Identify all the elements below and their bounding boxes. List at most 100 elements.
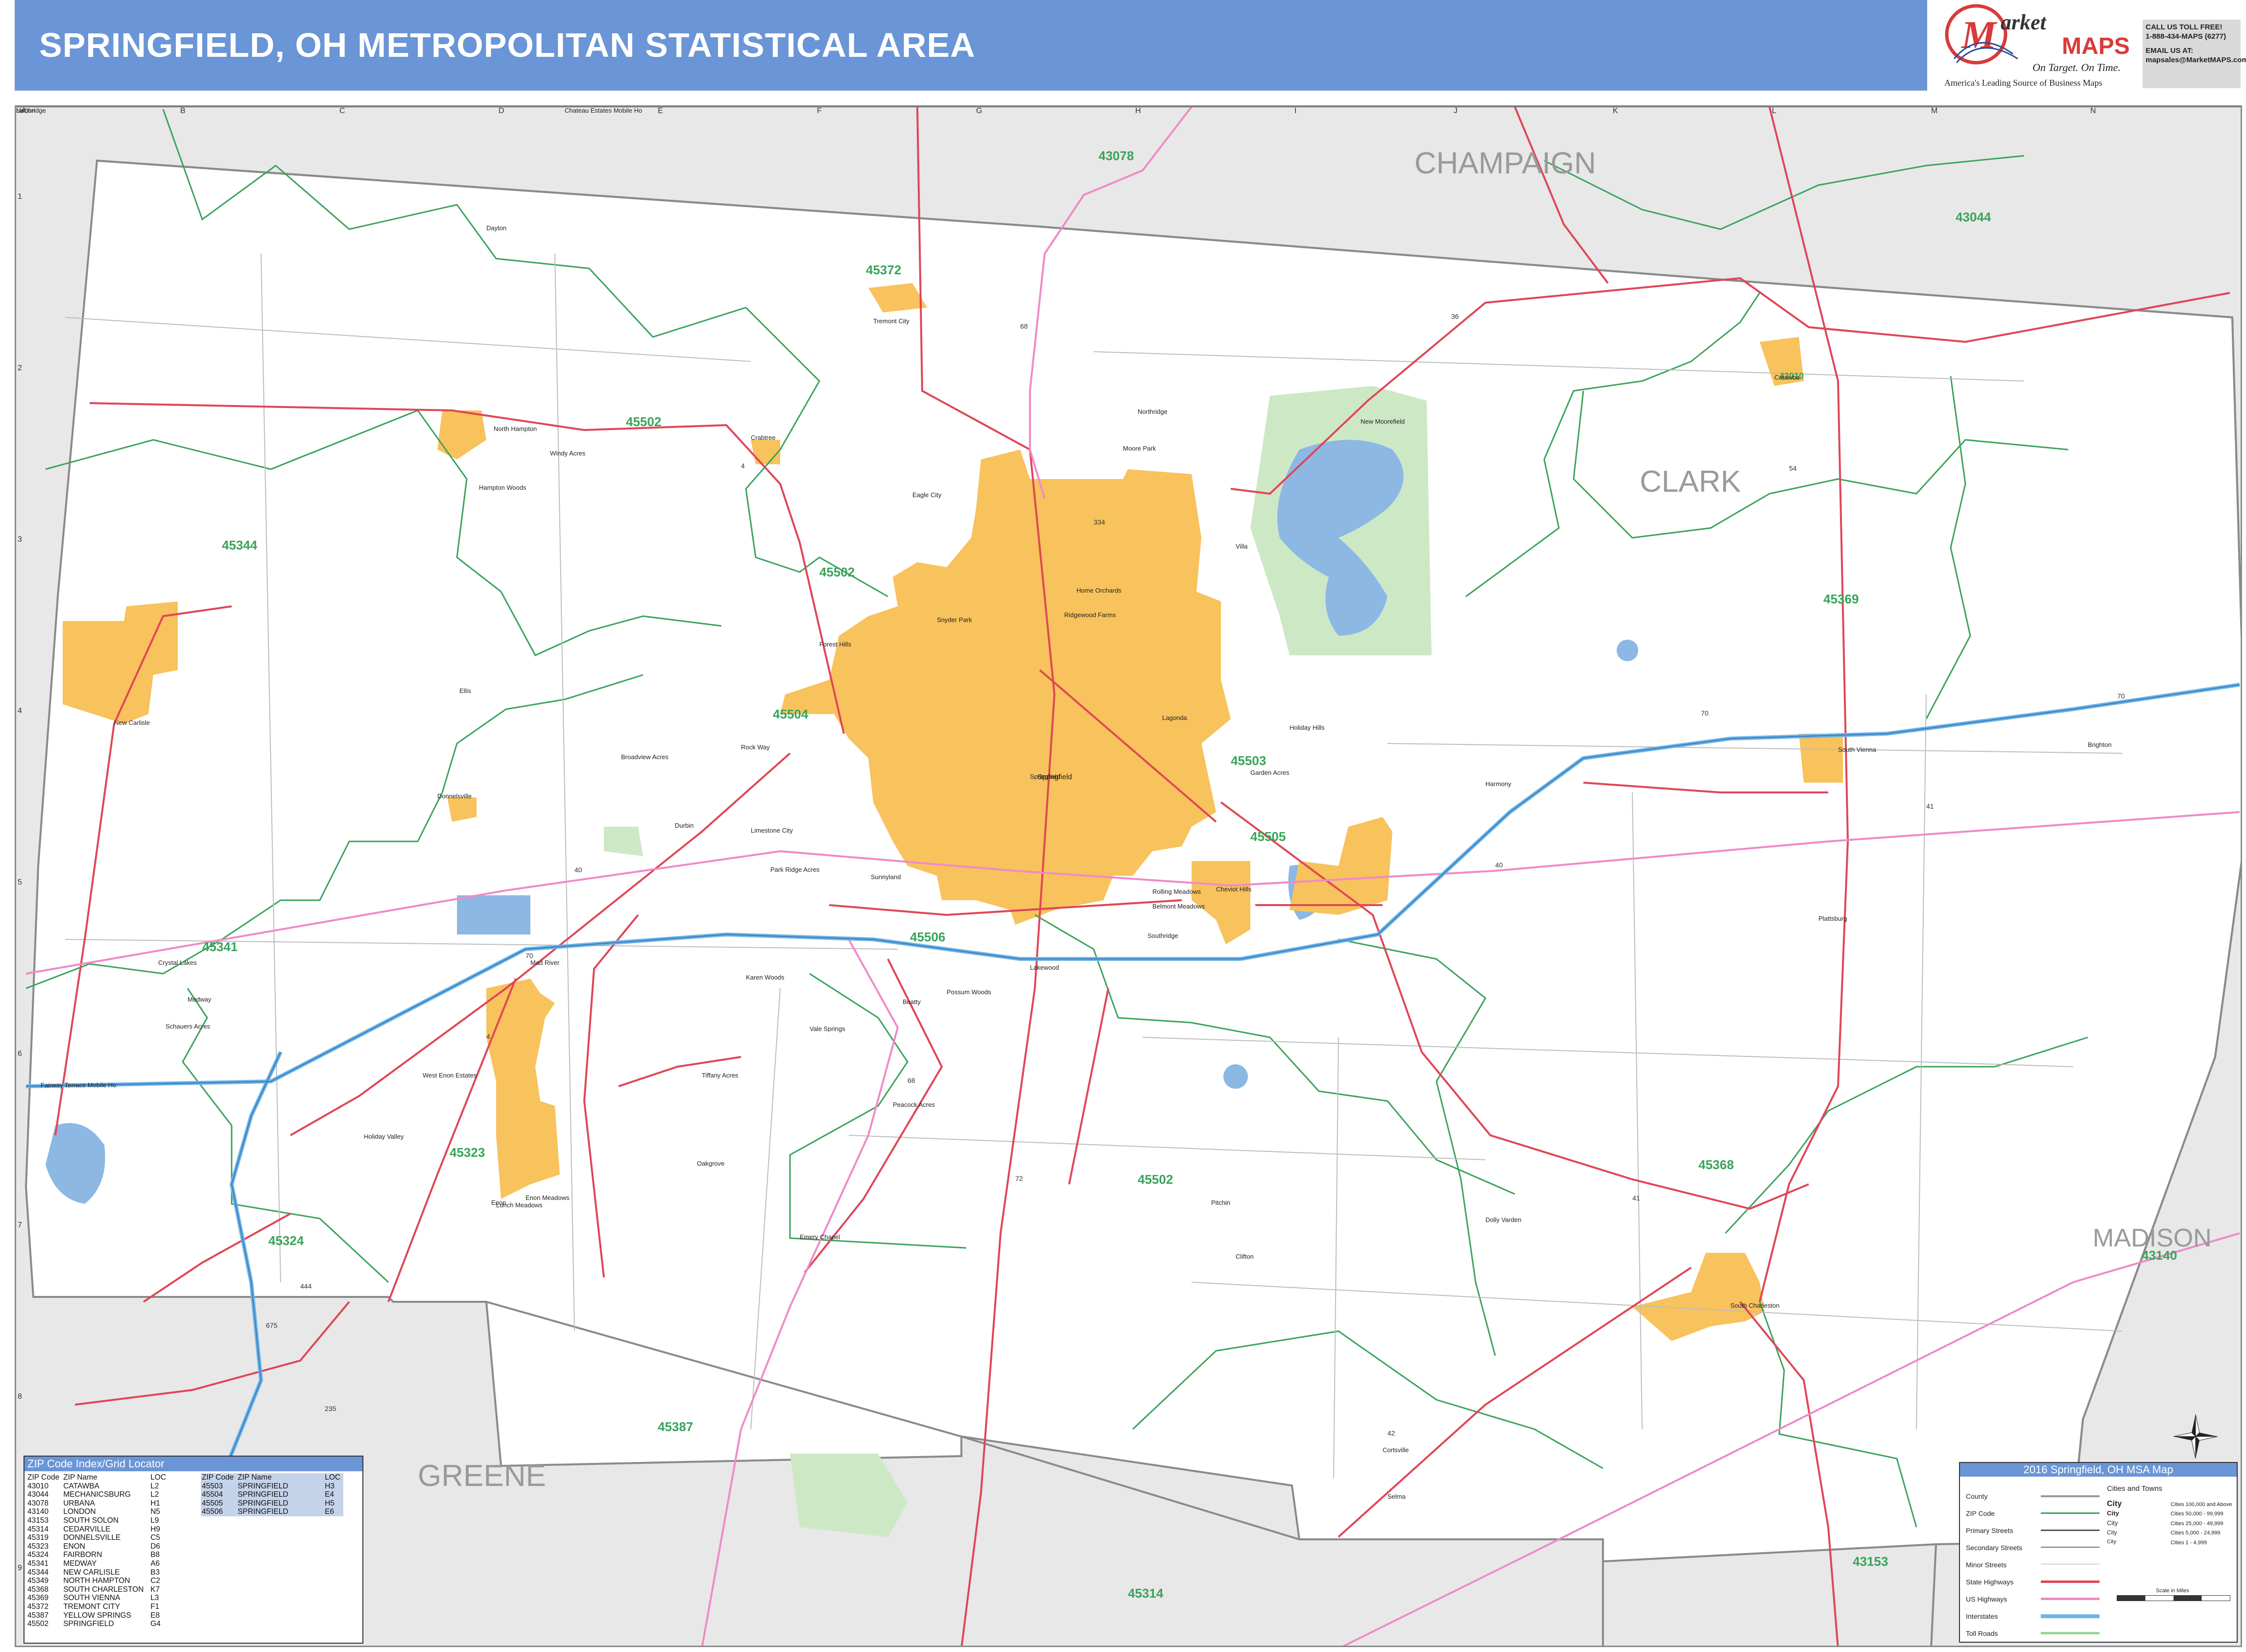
zip-index-zip: 45324 [27, 1551, 49, 1559]
zip-index-zip: 43078 [27, 1499, 49, 1508]
zip-index-name: LONDON [63, 1508, 96, 1516]
compass-rose-icon: N [2173, 1412, 2218, 1459]
zip-index-row: 45506 SPRINGFIELD E6 [201, 1508, 343, 1516]
place-label: Clifton [1236, 1253, 1254, 1260]
place-label: Forest Hills [819, 641, 852, 648]
map-canvas[interactable] [16, 107, 2242, 1647]
zip-index-title: ZIP Code Index/Grid Locator [24, 1457, 362, 1471]
zip-index-name: NEW CARLISLE [63, 1568, 120, 1577]
us-40-label: 40 [1495, 861, 1503, 869]
sr-4-label: 4 [741, 462, 745, 470]
zip-index-row: 45344 NEW CARLISLE B3 [26, 1568, 169, 1577]
contact-box: CALL US TOLL FREE! 1-888-434-MAPS (6277)… [2143, 20, 2246, 88]
sr-444-label: 444 [300, 1282, 312, 1290]
legend-state-highways: State Highways [1966, 1578, 2014, 1586]
zip-index-zip: 45503 [202, 1482, 223, 1490]
legend-city-5: City [2107, 1539, 2116, 1545]
zip-index-loc: F1 [150, 1602, 160, 1611]
zip-index-loc: A6 [150, 1559, 160, 1568]
zip-index-row: 45341 MEDWAY A6 [26, 1559, 169, 1568]
grid-row-3: 3 [18, 535, 22, 544]
grid-col-i: I [1294, 107, 1297, 115]
legend-interstates: Interstates [1966, 1612, 1998, 1620]
contact-email[interactable]: mapsales@MarketMAPS.com [2146, 55, 2246, 65]
us-36-label: 36 [1451, 312, 1459, 320]
zip-label: 45323 [450, 1145, 485, 1160]
place-label: Chateau Estates Mobile Ho [565, 107, 643, 114]
place-label: Fairway Terrace Mobile Ho [41, 1081, 117, 1089]
sr-54-label: 54 [1789, 464, 1797, 472]
zip-index-name: CEDARVILLE [63, 1525, 111, 1533]
zip-label: 45324 [268, 1233, 304, 1248]
place-label-springfield: Springfield [1037, 773, 1072, 781]
sr-41-label: 41 [1926, 802, 1934, 810]
legend-title: 2016 Springfield, OH MSA Map [1960, 1463, 2237, 1477]
zip-index-header-name: ZIP Name [63, 1473, 97, 1482]
place-label: Enon Meadows [526, 1194, 570, 1201]
zip-index-row: 45503 SPRINGFIELD H3 [201, 1482, 343, 1491]
contact-phone[interactable]: 1-888-434-MAPS (6277) [2146, 32, 2238, 41]
zip-index-header-loc: LOC [325, 1473, 341, 1482]
place-label: Lakewood [1030, 964, 1059, 971]
zip-index-loc: E4 [325, 1490, 335, 1499]
market-maps-logo: M arket MAPS On Target. On Time. America… [1935, 0, 2140, 91]
zip-code-index: ZIP Code Index/Grid Locator ZIP Code ZIP… [24, 1456, 363, 1644]
zip-index-row: 45323 ENON D6 [26, 1542, 169, 1551]
place-label: Cortsville [1383, 1446, 1409, 1454]
grid-col-d: D [499, 107, 504, 115]
zip-index-header-zip: ZIP Code [27, 1473, 60, 1482]
zip-index-name: MECHANICSBURG [63, 1490, 131, 1499]
crabtree-area [751, 440, 780, 464]
zip-label: 43078 [1099, 148, 1134, 163]
zip-index-zip: 45504 [202, 1490, 223, 1499]
park-area [790, 1454, 908, 1537]
title-bar: SPRINGFIELD, OH METROPOLITAN STATISTICAL… [15, 0, 1927, 91]
place-label: Schauers Acres [166, 1023, 211, 1030]
place-label: New Carlisle [114, 719, 150, 726]
zip-index-loc: K7 [150, 1585, 160, 1594]
zip-index-row: 45319 DONNELSVILLE C5 [26, 1533, 169, 1542]
map-area[interactable]: A B C D E F G H I J K L M N 1 2 3 4 5 6 … [15, 105, 2242, 1647]
zip-label: 45369 [1823, 592, 1859, 606]
zip-index-zip: 45372 [27, 1602, 49, 1611]
place-label: Southridge [1147, 932, 1178, 939]
grid-col-l: L [1772, 107, 1776, 115]
place-label: West Enon Estates [423, 1072, 477, 1079]
place-label: Northridge [1138, 408, 1168, 415]
zip-index-row: 45504 SPRINGFIELD E4 [201, 1490, 343, 1499]
grid-col-b: B [180, 107, 186, 115]
zip-index-zip: 43044 [27, 1490, 49, 1499]
place-label: Lunch Meadows [496, 1201, 543, 1209]
zip-index-zip: 43010 [27, 1482, 49, 1490]
zip-index-row: 45349 NORTH HAMPTON C2 [26, 1577, 169, 1585]
place-label: Limestone City [751, 827, 793, 834]
place-label: Dolly Varden [1485, 1216, 1522, 1223]
zip-index-name: YELLOW SPRINGS [63, 1611, 131, 1620]
county-label-champaign: CHAMPAIGN [1414, 146, 1596, 180]
zip-index-row: 45387 YELLOW SPRINGS E8 [26, 1611, 169, 1620]
place-label: Plattsburg [1818, 915, 1847, 922]
zip-index-loc: L9 [150, 1516, 159, 1525]
zip-label: 43140 [2142, 1248, 2177, 1263]
place-label: Beatty [903, 998, 921, 1006]
legend-minor-streets: Minor Streets [1966, 1561, 2007, 1569]
logo-brand-bottom: MAPS [2062, 33, 2130, 59]
zip-label: 45344 [222, 538, 258, 552]
zip-index-row: 43153 SOUTH SOLON L9 [26, 1516, 169, 1525]
zip-index-zip: 45368 [27, 1585, 49, 1594]
lake-icon [457, 895, 530, 934]
zip-label: 45502 [1138, 1172, 1173, 1187]
zip-index-name: SOUTH VIENNA [63, 1594, 120, 1603]
zip-index-name: SOUTH SOLON [63, 1516, 119, 1525]
place-label: Belmont Meadows [1152, 903, 1205, 910]
place-label: Lagonda [1162, 714, 1187, 721]
place-label: Durbin [675, 822, 694, 829]
legend-toll-roads: Toll Roads [1966, 1629, 1998, 1637]
zip-index-zip: 43153 [27, 1516, 49, 1525]
zip-index-name: TREMONT CITY [63, 1602, 120, 1611]
zip-index-name: MEDWAY [63, 1559, 97, 1568]
zip-index-row: 45369 SOUTH VIENNA L3 [26, 1594, 169, 1603]
zip-label: 45341 [202, 939, 238, 954]
legend-county-swatch [2041, 1495, 2100, 1497]
zip-label: 45502 [819, 565, 855, 579]
